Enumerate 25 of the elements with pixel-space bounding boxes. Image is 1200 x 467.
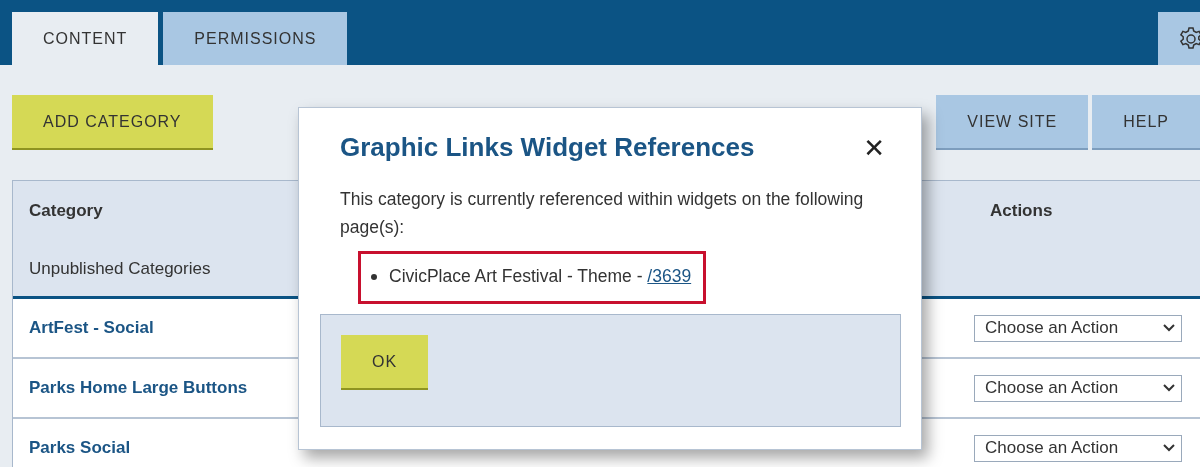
settings-button[interactable] xyxy=(1158,12,1200,65)
column-header: Category xyxy=(29,201,103,221)
action-select[interactable]: Choose an Action xyxy=(974,434,1182,462)
action-select[interactable]: Choose an Action xyxy=(974,314,1182,342)
tab[interactable]: CONTENT xyxy=(12,12,159,65)
column-header: Actions xyxy=(990,201,1053,221)
category-name[interactable]: ArtFest - Social xyxy=(13,318,154,337)
category-name[interactable]: Parks Social xyxy=(13,438,131,457)
chevron-icon xyxy=(1163,324,1175,332)
dialog-title: Graphic Links Widget References xyxy=(340,132,755,163)
ok-button[interactable]: OK xyxy=(341,335,429,390)
toolbar-button[interactable]: VIEW SITE xyxy=(936,95,1089,150)
action-select[interactable]: Choose an Action xyxy=(974,374,1182,402)
reference-item: CivicPlace Art Festival - Theme - /3639 xyxy=(358,251,707,304)
dialog-message: This category is currently referenced within widgets on the following page(s): xyxy=(340,188,865,239)
add-category-button[interactable]: ADD CATEGORY xyxy=(12,95,213,150)
chevron-icon xyxy=(1163,384,1175,392)
page-link[interactable]: /3639 xyxy=(647,266,692,286)
category-name[interactable]: Parks Home Large Buttons xyxy=(13,378,248,397)
settings-icon xyxy=(1178,25,1200,52)
toolbar-button[interactable]: HELP xyxy=(1092,95,1200,150)
group-label: Unpublished Categories xyxy=(29,259,211,279)
close-button[interactable]: ✕ xyxy=(863,132,885,163)
tab[interactable]: PERMISSIONS xyxy=(163,12,348,65)
chevron-icon xyxy=(1163,444,1175,452)
